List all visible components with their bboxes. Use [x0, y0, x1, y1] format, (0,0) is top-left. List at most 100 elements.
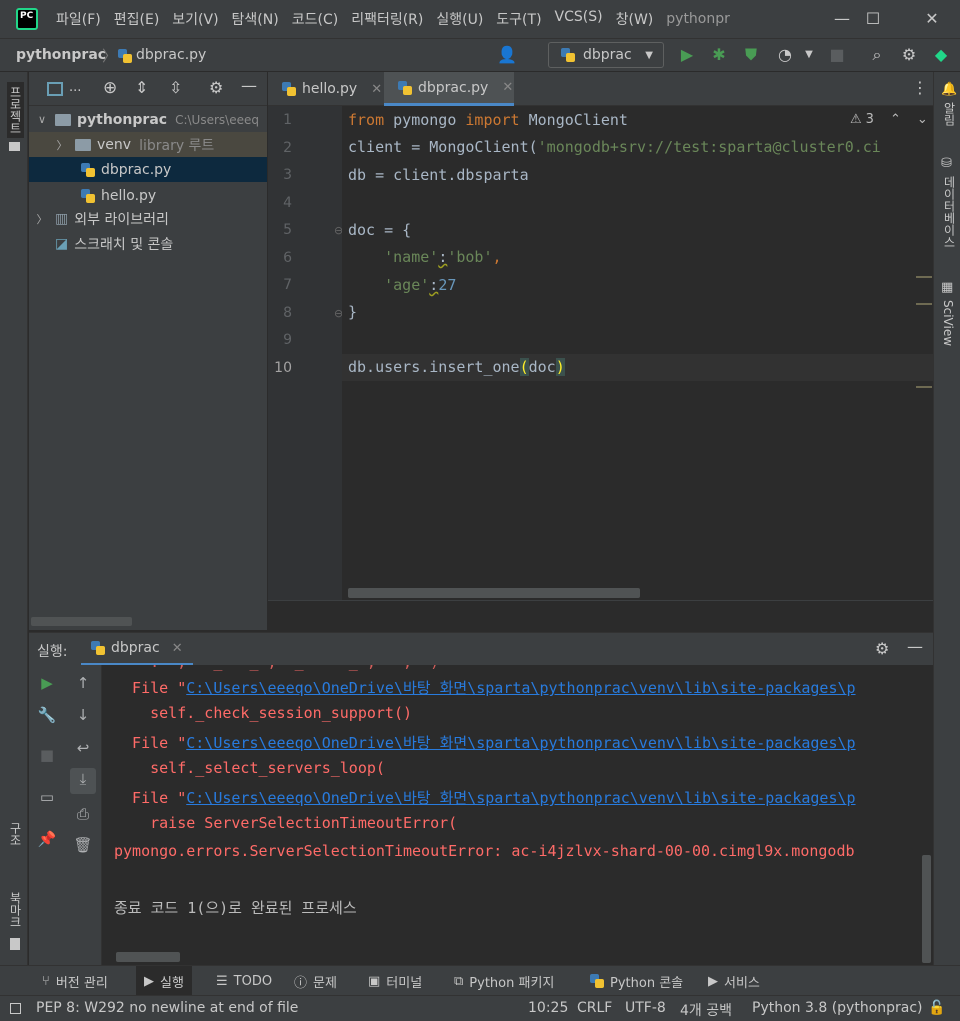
editor-horizontal-scrollbar[interactable] — [348, 588, 640, 598]
locate-icon[interactable]: ⊕ — [103, 78, 117, 98]
profile-icon[interactable]: ◔ — [774, 44, 796, 66]
run-console[interactable]: . , _ _ , _ _ , , ) File "C:\Users\eeeqo… — [102, 665, 933, 965]
search-icon[interactable]: ⌕ — [866, 44, 888, 66]
layout-icon[interactable]: ▭ — [36, 786, 58, 808]
line-separator[interactable]: CRLF — [577, 1000, 612, 1016]
next-highlight-icon[interactable]: ⌄ — [917, 112, 928, 127]
prev-highlight-icon[interactable]: ⌃ — [890, 112, 901, 127]
structure-tool-tab[interactable]: 구조 — [7, 822, 24, 846]
project-scrollbar[interactable] — [31, 617, 132, 626]
tab-services[interactable]: ▶ 서비스 — [700, 966, 768, 996]
console-horizontal-scrollbar[interactable] — [116, 952, 180, 962]
pycharm-logo-icon[interactable]: PC — [16, 8, 38, 30]
tab-hello[interactable]: hello.py ✕ — [268, 72, 384, 106]
menu-navigate[interactable]: 탐색(N) — [232, 9, 279, 29]
more-tabs-icon[interactable]: ⋮ — [912, 78, 928, 97]
gear-icon[interactable]: ⚙ — [898, 44, 920, 66]
stop-icon[interactable]: ■ — [826, 44, 848, 66]
menu-file[interactable]: 파일(F) — [56, 9, 101, 29]
menu-edit[interactable]: 편집(E) — [114, 9, 160, 29]
hide-panel-icon[interactable]: — — [241, 76, 257, 95]
tab-terminal[interactable]: ▣ 터미널 — [360, 966, 430, 996]
scroll-to-end-icon[interactable]: ⤓ — [70, 768, 96, 794]
menu-run[interactable]: 실행(U) — [436, 9, 483, 29]
status-message[interactable]: PEP 8: W292 no newline at end of file — [36, 1000, 298, 1016]
python-interpreter[interactable]: Python 3.8 (pythonprac) — [752, 1000, 923, 1016]
console-vertical-scrollbar[interactable] — [922, 855, 931, 963]
maximize-icon[interactable]: ☐ — [858, 6, 888, 32]
trash-icon[interactable]: 🗑 — [72, 834, 94, 856]
file-encoding[interactable]: UTF-8 — [625, 1000, 666, 1016]
chevron-right-icon[interactable]: 〉 — [35, 211, 49, 227]
indent-setting[interactable]: 4개 공백 — [680, 1000, 732, 1020]
toggle-tool-windows-icon[interactable] — [10, 1003, 21, 1014]
tree-item-external-libraries[interactable]: 〉 ▥ 외부 라이브러리 — [29, 206, 267, 231]
lock-icon[interactable]: 🔓 — [928, 1000, 945, 1016]
project-view-icon[interactable] — [47, 82, 63, 96]
code-editor[interactable]: from pymongo import MongoClient client =… — [342, 106, 933, 600]
expand-all-icon[interactable]: ⇕ — [135, 78, 148, 97]
breadcrumb-file[interactable]: dbprac.py — [136, 47, 206, 63]
close-tab-icon[interactable]: ✕ — [371, 82, 382, 97]
tree-item-pythonprac[interactable]: ∨ pythonprac C:\Users\eeeq — [29, 107, 267, 132]
caret-position[interactable]: 10:25 — [528, 1000, 568, 1016]
tab-problems[interactable]: ⓘ 문제 — [286, 966, 345, 996]
tree-item-dbprac[interactable]: dbprac.py — [29, 157, 267, 182]
menu-refactor[interactable]: 리팩터링(R) — [351, 9, 423, 29]
menu-tools[interactable]: 도구(T) — [496, 9, 541, 29]
error-stripe-mark[interactable] — [916, 386, 932, 388]
menu-vcs[interactable]: VCS(S) — [555, 9, 603, 29]
gear-icon[interactable]: ⚙ — [209, 78, 223, 97]
chevron-down-icon[interactable]: ∨ — [35, 113, 49, 126]
pin-icon[interactable]: 📌 — [36, 828, 58, 850]
run-tab-dbprac[interactable]: dbprac ✕ — [81, 633, 193, 666]
tab-run[interactable]: ▶ 실행 — [136, 966, 192, 996]
database-tool-tab[interactable]: 데이터베이스 — [941, 176, 958, 248]
run-icon[interactable]: ▶ — [676, 44, 698, 66]
inspection-widget[interactable]: ⚠ 3 ⌃ ⌄ — [846, 112, 932, 127]
wrench-icon[interactable]: 🔧 — [36, 704, 58, 726]
tab-todo[interactable]: ☰ TODO — [208, 966, 280, 996]
gear-icon[interactable]: ⚙ — [875, 639, 889, 658]
up-arrow-icon[interactable]: ↑ — [72, 672, 94, 694]
close-tab-icon[interactable]: ✕ — [502, 80, 513, 95]
chevron-right-icon[interactable]: 〉 — [55, 137, 69, 153]
print-icon[interactable]: ⎙ — [72, 803, 94, 825]
more-run-chevron-icon[interactable]: ▼ — [798, 44, 820, 66]
coverage-icon[interactable]: ⛊ — [740, 44, 762, 66]
project-view-label[interactable]: ... — [69, 80, 81, 95]
menu-window[interactable]: 창(W) — [616, 9, 654, 29]
hide-panel-icon[interactable]: — — [907, 637, 923, 656]
minimize-icon[interactable]: — — [827, 6, 857, 32]
menu-view[interactable]: 보기(V) — [172, 9, 218, 29]
tree-item-hello[interactable]: hello.py — [29, 183, 267, 208]
project-tool-tab[interactable]: 프로젝트 — [7, 82, 24, 138]
tab-python-console[interactable]: Python 콘솔 — [582, 966, 691, 996]
tab-python-packages[interactable]: ⧉ Python 패키지 — [446, 966, 562, 996]
close-tab-icon[interactable]: ✕ — [172, 641, 183, 656]
sciview-tool-tab[interactable]: SciView — [941, 300, 955, 346]
jetbrains-icon[interactable]: ◆ — [930, 44, 952, 66]
traceback-file-link[interactable]: C:\Users\eeeqo\OneDrive\바탕 화면\sparta\pyt… — [186, 789, 855, 807]
down-arrow-icon[interactable]: ↓ — [72, 704, 94, 726]
tree-item-venv[interactable]: 〉 venv library 루트 — [29, 132, 267, 157]
traceback-file-link[interactable]: C:\Users\eeeqo\OneDrive\바탕 화면\sparta\pyt… — [186, 734, 855, 752]
tab-version-control[interactable]: ⑂ 버전 관리 — [34, 966, 116, 996]
close-icon[interactable]: ✕ — [917, 6, 947, 32]
collapse-all-icon[interactable]: ⇳ — [169, 78, 182, 97]
stop-icon[interactable]: ■ — [36, 744, 58, 766]
rerun-icon[interactable]: ▶ — [36, 672, 58, 694]
error-stripe-mark[interactable] — [916, 276, 932, 278]
tab-dbprac[interactable]: dbprac.py ✕ — [384, 72, 514, 106]
traceback-file-link[interactable]: C:\Users\eeeqo\OneDrive\바탕 화면\sparta\pyt… — [186, 679, 855, 697]
error-stripe-mark[interactable] — [916, 303, 932, 305]
soft-wrap-icon[interactable]: ↩ — [72, 737, 94, 759]
run-config-select[interactable]: dbprac ▼ — [548, 42, 664, 68]
notifications-tool-tab[interactable]: 알림 — [941, 102, 958, 126]
bookmarks-tool-tab[interactable]: 북마크 — [7, 892, 24, 928]
tree-item-scratches[interactable]: ◪ 스크래치 및 콘솔 — [29, 231, 267, 256]
user-icon[interactable]: 👤 — [496, 44, 518, 66]
menu-code[interactable]: 코드(C) — [292, 9, 338, 29]
breadcrumb-project[interactable]: pythonprac — [16, 47, 106, 63]
debug-icon[interactable]: ✱ — [708, 44, 730, 66]
